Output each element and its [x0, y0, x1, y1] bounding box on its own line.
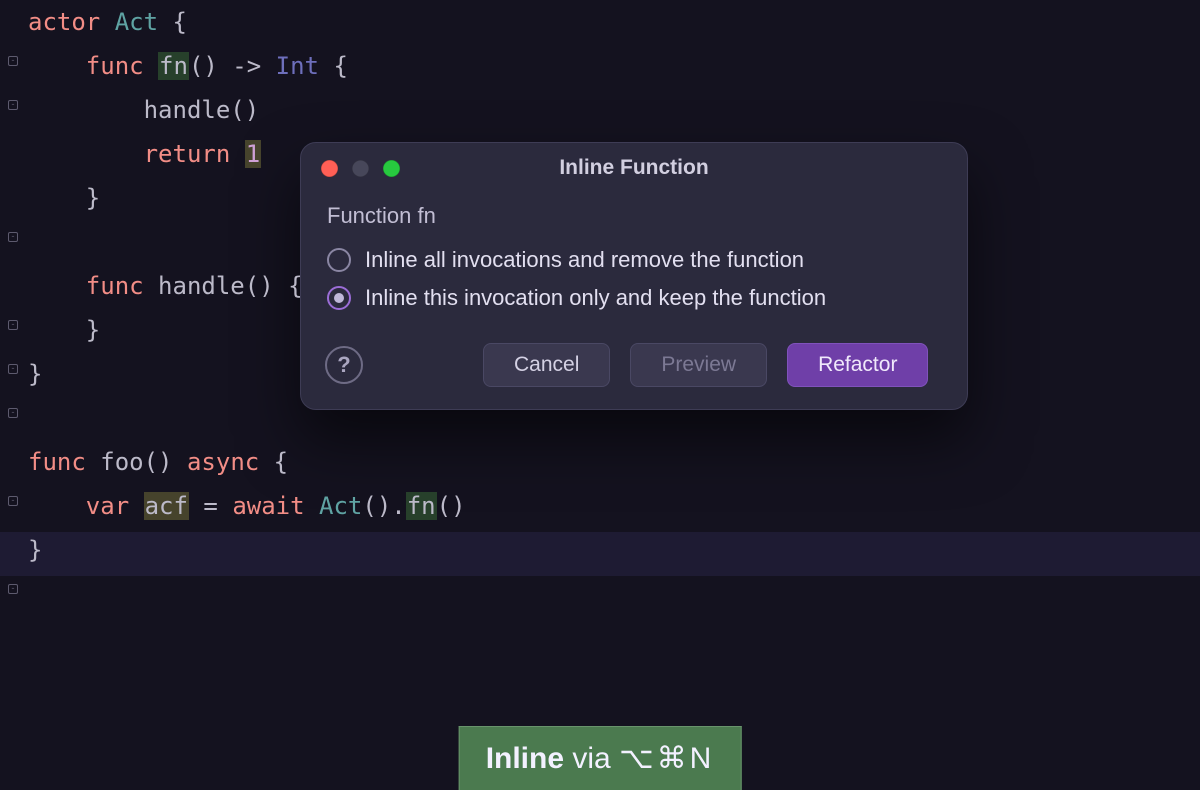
fold-marker-icon[interactable] [8, 496, 18, 506]
hint-mid: via [564, 742, 619, 775]
fold-marker-icon[interactable] [8, 584, 18, 594]
fold-gutter [8, 48, 24, 790]
fold-marker-icon[interactable] [8, 100, 18, 110]
fold-marker-icon[interactable] [8, 364, 18, 374]
fold-marker-icon[interactable] [8, 320, 18, 330]
hint-action: Inline [486, 742, 564, 775]
fold-marker-icon[interactable] [8, 232, 18, 242]
code-area[interactable]: actor Act { func fn() -> Int { handle() … [28, 0, 1200, 572]
code-text[interactable]: actor Act { func fn() -> Int { handle() … [28, 0, 1200, 572]
fold-marker-icon[interactable] [8, 56, 18, 66]
shortcut-hint-banner: Inline via ⌥⌘N [459, 726, 742, 790]
code-editor[interactable]: actor Act { func fn() -> Int { handle() … [0, 0, 1200, 790]
fold-marker-icon[interactable] [8, 408, 18, 418]
hint-shortcut: ⌥⌘N [619, 742, 714, 775]
